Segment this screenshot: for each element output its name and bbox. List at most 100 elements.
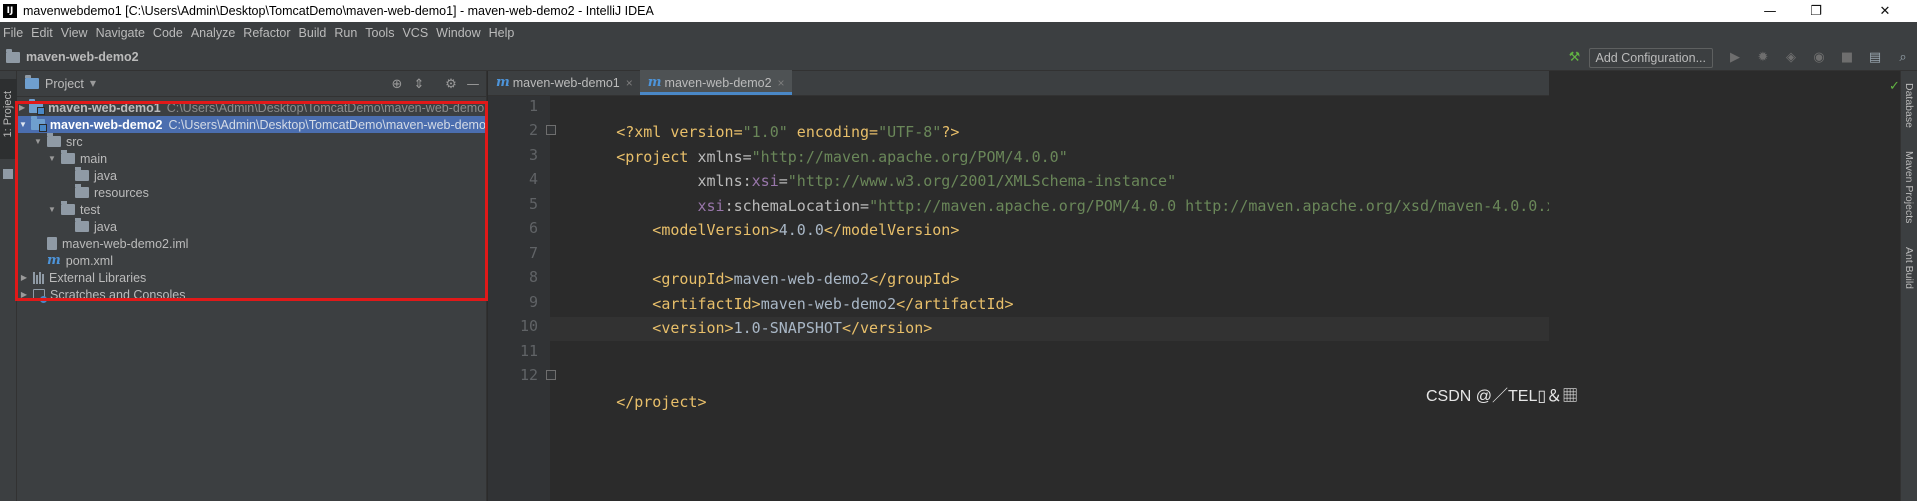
menu-vcs[interactable]: VCS (402, 26, 428, 40)
search-everywhere-icon[interactable]: ⌕ (1895, 50, 1911, 66)
expand-arrow-icon[interactable]: ▶ (19, 290, 29, 299)
maven-file-icon: m (47, 253, 61, 268)
csdn-watermark: CSDN @／TEL▯＆▦ (1426, 388, 1579, 405)
expand-arrow-icon[interactable]: ▶ (19, 273, 29, 282)
module-folder-icon (30, 116, 47, 132)
folder-icon (75, 184, 89, 198)
right-tool-strip: Database Maven Projects Ant Build (1900, 71, 1917, 501)
tree-item-maven-web-demo1[interactable]: ▶ maven-web-demo1 C:\Users\Admin\Desktop… (17, 99, 491, 116)
project-structure-icon[interactable]: ▤ (1867, 50, 1883, 66)
line-number: 8 (528, 268, 538, 286)
line-number: 12 (519, 366, 538, 384)
window-title: mavenwebdemo1 [C:\Users\Admin\Desktop\To… (23, 4, 654, 18)
tree-item-path: C:\Users\Admin\Desktop\TomcatDemo\maven-… (168, 117, 493, 132)
code-token: <version> (616, 319, 734, 337)
menu-view[interactable]: View (61, 26, 88, 40)
tree-item-resources[interactable]: resources (17, 184, 487, 201)
line-number: 2 (528, 121, 538, 139)
breadcrumb-project[interactable]: maven-web-demo2 (26, 50, 139, 64)
project-panel-header: Project ▼ ⊕ ⇕ ⚙ — (17, 71, 486, 97)
scratches-icon (33, 288, 47, 303)
coverage-icon[interactable]: ◈ (1783, 50, 1799, 66)
maven-projects-tool-tab[interactable]: Maven Projects (1903, 151, 1915, 223)
menu-tools[interactable]: Tools (365, 26, 394, 40)
tree-item-test[interactable]: ▼ test (17, 201, 487, 218)
close-icon[interactable]: × (778, 76, 785, 90)
hide-panel-icon[interactable]: — (462, 77, 484, 92)
breadcrumb[interactable]: maven-web-demo2 (6, 48, 139, 64)
close-icon[interactable]: × (626, 76, 633, 90)
folder-icon (47, 133, 61, 147)
tree-item-pom[interactable]: m pom.xml (17, 252, 487, 269)
tree-item-label: maven-web-demo2 (49, 117, 163, 132)
tree-item-external-libraries[interactable]: ▶ External Libraries (17, 269, 487, 286)
tab-maven-web-demo2[interactable]: m maven-web-demo2 × (639, 70, 792, 95)
tree-item-main-java[interactable]: java (17, 167, 487, 184)
code-line-2: <project xmlns="http://maven.apache.org/… (562, 121, 1068, 166)
folder-icon (6, 48, 20, 63)
tree-item-src[interactable]: ▼ src (17, 133, 487, 150)
code-line-12: </project> (562, 366, 706, 411)
tree-item-scratches[interactable]: ▶ Scratches and Consoles (17, 286, 487, 303)
tree-item-maven-web-demo2[interactable]: ▼ maven-web-demo2 C:\Users\Admin\Desktop… (17, 116, 493, 133)
menu-navigate[interactable]: Navigate (96, 26, 145, 40)
line-number-gutter: 1 2 3 4 5 6 7 8 9 10 11 12 (488, 96, 556, 501)
build-hammer-icon[interactable]: ⚒ (1567, 50, 1583, 66)
collapse-arrow-icon[interactable]: ▼ (33, 137, 43, 146)
menu-run[interactable]: Run (334, 26, 357, 40)
line-number: 4 (528, 170, 538, 188)
debug-icon[interactable]: ✹ (1755, 50, 1771, 66)
menu-edit[interactable]: Edit (31, 26, 53, 40)
code-line-4: xsi:schemaLocation="http://maven.apache.… (562, 170, 1591, 215)
code-line-8: <artifactId>maven-web-demo2</artifactId> (562, 268, 1013, 313)
code-token: </modelVersion> (823, 221, 960, 239)
line-number: 10 (519, 317, 538, 335)
database-tool-tab[interactable]: Database (1903, 83, 1915, 128)
tree-item-label: java (94, 168, 117, 183)
code-token: 1.0-SNAPSHOT (733, 319, 842, 337)
tree-item-main[interactable]: ▼ main (17, 150, 487, 167)
menu-code[interactable]: Code (153, 26, 183, 40)
intellij-app-icon: IJ (3, 4, 17, 18)
expand-arrow-icon[interactable]: ▶ (19, 103, 25, 112)
tab-maven-web-demo1[interactable]: m maven-web-demo1 × (488, 70, 640, 95)
menu-bar: File Edit View Navigate Code Analyze Ref… (0, 22, 1917, 44)
chevron-down-icon[interactable]: ▼ (90, 79, 96, 88)
project-view-selector[interactable]: Project (45, 77, 84, 91)
code-line-9: <version>1.0-SNAPSHOT</version> (562, 292, 932, 337)
line-number: 11 (519, 342, 538, 360)
run-icon[interactable]: ▶ (1727, 50, 1743, 66)
add-configuration-button[interactable]: Add Configuration... (1588, 47, 1713, 68)
editor-tab-bar: m maven-web-demo1 × m maven-web-demo2 × (488, 70, 1549, 96)
tree-item-iml[interactable]: maven-web-demo2.iml (17, 235, 487, 252)
locate-icon[interactable]: ⊕ (386, 77, 408, 92)
menu-build[interactable]: Build (299, 26, 327, 40)
menu-file[interactable]: File (3, 26, 23, 40)
code-editor-area[interactable]: <?xml version="1.0" encoding="UTF-8"?> <… (550, 96, 1592, 501)
ant-build-tool-tab[interactable]: Ant Build (1903, 247, 1915, 289)
menu-help[interactable]: Help (489, 26, 515, 40)
code-token: </project> (616, 392, 707, 411)
library-icon (33, 271, 44, 284)
menu-analyze[interactable]: Analyze (191, 26, 235, 40)
right-side-area: ✓ Database Maven Projects Ant Build (1549, 71, 1917, 501)
collapse-arrow-icon[interactable]: ▼ (47, 205, 57, 214)
tree-item-test-java[interactable]: java (17, 218, 487, 235)
line-number: 6 (528, 219, 538, 237)
collapse-all-icon[interactable]: ⇕ (408, 77, 430, 92)
structure-tool-icon[interactable] (3, 169, 13, 179)
stop-icon[interactable]: ■ (1839, 50, 1855, 66)
collapse-arrow-icon[interactable]: ▼ (47, 154, 57, 163)
tree-item-path: C:\Users\Admin\Desktop\TomcatDemo\maven-… (166, 100, 492, 115)
profile-icon[interactable]: ◉ (1811, 50, 1827, 66)
menu-refactor[interactable]: Refactor (243, 26, 290, 40)
minimize-button[interactable]: — (1747, 0, 1793, 22)
gear-icon[interactable]: ⚙ (440, 77, 462, 92)
maximize-button[interactable]: ❐ (1793, 0, 1839, 22)
project-tool-tab[interactable]: 1: Project (0, 79, 17, 159)
editor: m maven-web-demo1 × m maven-web-demo2 × … (488, 70, 1592, 501)
menu-window[interactable]: Window (436, 26, 480, 40)
tree-item-label: src (66, 134, 83, 149)
close-window-button[interactable]: ✕ (1862, 0, 1908, 22)
collapse-arrow-icon[interactable]: ▼ (19, 120, 27, 129)
